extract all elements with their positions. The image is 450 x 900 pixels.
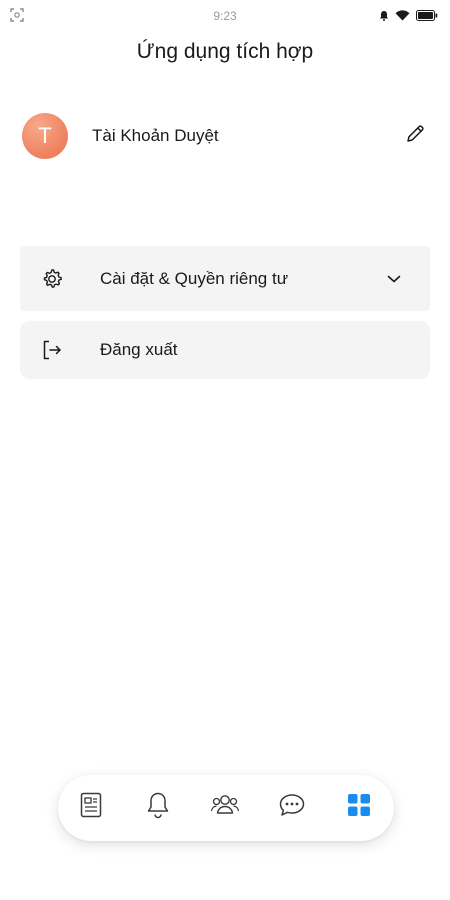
contacts-icon — [210, 792, 240, 823]
page-title: Ứng dụng tích hợp — [136, 40, 314, 63]
nav-messages[interactable] — [277, 792, 307, 822]
profile-name: Tài Khoản Duyệt — [92, 126, 219, 145]
news-icon — [79, 792, 103, 823]
bell-icon — [145, 791, 171, 824]
settings-privacy-item[interactable]: Cài đặt & Quyền riêng tư — [20, 246, 430, 311]
avatar[interactable]: T — [22, 113, 68, 159]
bottom-nav — [58, 775, 394, 841]
nav-apps[interactable] — [344, 792, 374, 822]
edit-profile-button[interactable] — [402, 123, 428, 149]
apps-grid-icon — [347, 793, 371, 822]
nav-contacts[interactable] — [210, 792, 240, 822]
alarm-icon — [379, 8, 389, 26]
pencil-icon — [404, 123, 426, 150]
chat-icon — [278, 792, 306, 823]
nav-notifications[interactable] — [143, 792, 173, 822]
battery-icon — [416, 8, 438, 26]
profile-row[interactable]: T Tài Khoản Duyệt — [22, 113, 428, 161]
gear-icon — [40, 267, 64, 291]
status-bar: 9:23 — [0, 0, 450, 34]
settings-privacy-label: Cài đặt & Quyền riêng tư — [100, 268, 289, 288]
nav-news[interactable] — [76, 792, 106, 822]
wifi-icon — [395, 8, 410, 26]
logout-label: Đăng xuất — [100, 340, 178, 359]
chevron-down-icon[interactable] — [386, 271, 402, 287]
status-icons — [379, 8, 438, 26]
logout-icon — [40, 338, 64, 362]
logout-button[interactable]: Đăng xuất — [20, 321, 430, 379]
